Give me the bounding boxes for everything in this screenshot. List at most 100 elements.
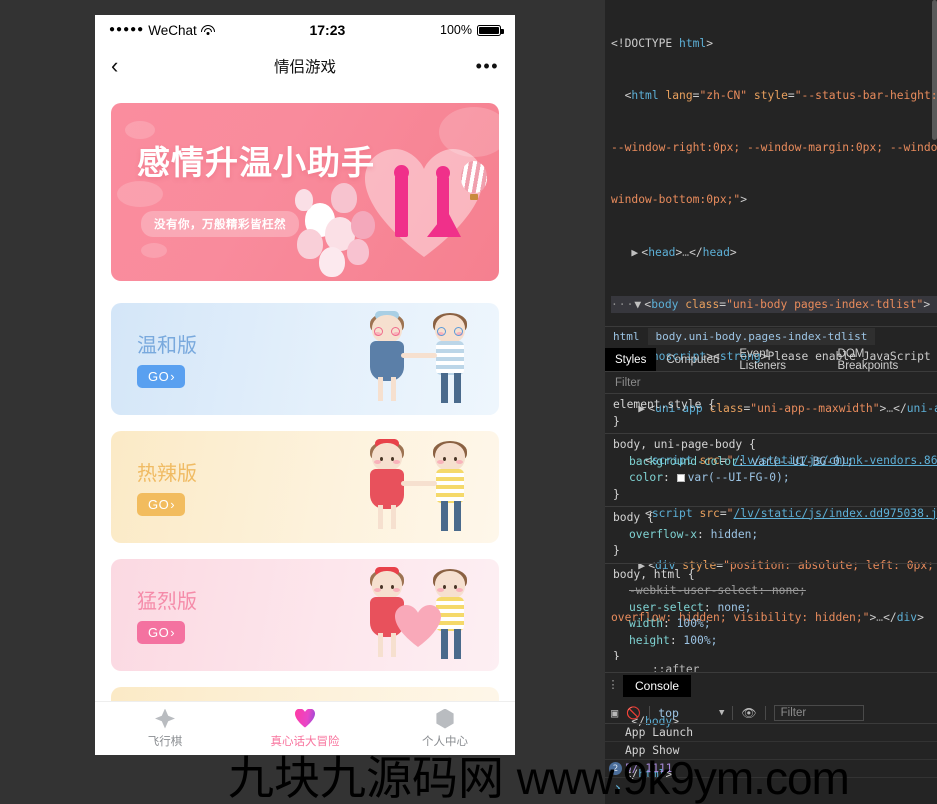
styles-rule-list[interactable]: element.style { } body, uni-page-body { … <box>605 394 937 660</box>
boy-figure-icon <box>427 315 473 411</box>
rule-selector: body { <box>613 511 654 524</box>
wifi-icon <box>201 25 215 36</box>
game-mode-card-hot[interactable]: 热辣版 GO› <box>111 431 499 543</box>
cloud-shape-icon <box>117 181 163 207</box>
hexagon-icon <box>435 709 455 729</box>
more-vertical-icon[interactable]: ⋮ <box>605 679 621 691</box>
css-property[interactable]: user-select <box>613 600 704 617</box>
go-label: GO <box>148 625 169 640</box>
page-scroll-area[interactable]: 感情升温小助手 没有你，万般精彩皆枉然 温和版 GO› <box>95 87 515 755</box>
carrier-label: WeChat <box>148 23 197 38</box>
console-message[interactable]: App Show <box>605 742 937 760</box>
context-label: top <box>658 706 679 720</box>
rule-close: } <box>613 415 620 428</box>
rule-selector: element.style { <box>613 398 715 411</box>
dom-line[interactable]: window-bottom:0px;"> <box>611 191 937 208</box>
css-value[interactable]: hidden; <box>711 528 759 541</box>
css-value[interactable]: 100%; <box>683 634 717 647</box>
chevron-right-icon: › <box>170 497 175 512</box>
console-message[interactable]: App Launch <box>605 724 937 742</box>
status-bar-right: 100% <box>440 23 501 37</box>
console-message-grouped[interactable]: 25/ 1111 <box>605 760 937 778</box>
tab-console[interactable]: Console <box>623 675 691 697</box>
dom-line[interactable]: <html lang="zh-CN" style="--status-bar-h… <box>611 87 937 104</box>
dom-line-selected[interactable]: ···▼<body class="uni-body pages-index-td… <box>611 296 937 313</box>
card-title: 温和版 <box>137 329 197 358</box>
css-property[interactable]: background-color <box>613 454 738 471</box>
bottom-tab-bar: 飞行棋 真心话大冒险 个人中心 <box>95 701 515 755</box>
status-bar-time: 17:23 <box>215 22 440 38</box>
tab-label: 个人中心 <box>422 733 468 749</box>
css-property[interactable]: overflow-x <box>613 527 697 544</box>
go-button[interactable]: GO› <box>137 621 185 644</box>
devtools-panel: <!DOCTYPE html> <html lang="zh-CN" style… <box>605 0 937 804</box>
css-value[interactable]: 100%; <box>677 617 711 630</box>
banner-subtitle: 没有你，万般精彩皆枉然 <box>141 211 299 237</box>
rule-close: } <box>613 650 620 660</box>
css-value[interactable]: none; <box>772 584 806 597</box>
status-bar: ●●●●● WeChat 17:23 100% <box>95 15 515 45</box>
css-property[interactable]: -webkit-user-select <box>613 583 758 600</box>
css-value[interactable]: var(--UI-BG-0); <box>751 455 853 468</box>
tab-item-flight-chess[interactable]: 飞行棋 <box>95 709 235 749</box>
diamond-icon <box>155 709 175 729</box>
battery-icon <box>477 25 501 36</box>
couple-silhouette-icon <box>391 165 453 243</box>
css-value[interactable]: var(--UI-FG-0); <box>688 471 790 484</box>
css-property[interactable]: height <box>613 633 670 650</box>
card-title: 热辣版 <box>137 457 197 486</box>
chevron-down-icon: ▼ <box>719 708 724 718</box>
go-button[interactable]: GO› <box>137 493 185 516</box>
cloud-shape-icon <box>439 107 499 157</box>
battery-percent-label: 100% <box>440 23 472 37</box>
dom-line[interactable]: <!DOCTYPE html> <box>611 35 937 52</box>
color-swatch-icon[interactable] <box>677 474 685 482</box>
css-property[interactable]: width <box>613 616 663 633</box>
console-context-selector[interactable]: top ▼ <box>658 706 724 720</box>
signal-dots-icon: ●●●●● <box>109 25 144 35</box>
tab-item-profile[interactable]: 个人中心 <box>375 709 515 749</box>
console-filter-input[interactable]: Filter <box>774 705 864 721</box>
back-button[interactable]: ‹ <box>111 55 118 77</box>
tab-item-truth-or-dare[interactable]: 真心话大冒险 <box>235 709 375 749</box>
live-expression-icon[interactable]: 👁 <box>741 706 756 720</box>
banner-wrapper: 感情升温小助手 没有你，万般精彩皆枉然 <box>95 87 515 281</box>
console-message-list[interactable]: App Launch App Show 25/ 1111 › <box>605 724 937 796</box>
couple-illustration <box>363 311 473 411</box>
chevron-right-icon: › <box>170 625 175 640</box>
console-message-text: App Show <box>625 744 679 757</box>
clear-console-icon[interactable]: 🚫 <box>626 706 641 720</box>
couple-illustration <box>363 439 473 539</box>
style-rule[interactable]: body { overflow-x: hidden; } <box>605 507 937 564</box>
run-script-icon[interactable]: ▣ <box>611 706 618 720</box>
rule-selector: body, uni-page-body { <box>613 438 756 451</box>
breadcrumb-item-html[interactable]: html <box>605 328 648 345</box>
tab-label: 真心话大冒险 <box>271 733 340 749</box>
devtools-scrollbar[interactable] <box>932 0 937 140</box>
devtools-sidebar-tabs: Styles Computed Event Listeners DOM Brea… <box>605 348 937 372</box>
dom-line[interactable]: ▶<head>…</head> <box>611 244 937 261</box>
tab-styles[interactable]: Styles <box>605 348 656 371</box>
style-rule[interactable]: element.style { } <box>605 394 937 434</box>
console-drawer-tabbar: ⋮ Console <box>605 672 937 698</box>
promo-banner[interactable]: 感情升温小助手 没有你，万般精彩皆枉然 <box>111 103 499 281</box>
css-value[interactable]: none; <box>717 601 751 614</box>
game-mode-card-mild[interactable]: 温和版 GO› <box>111 303 499 415</box>
go-button[interactable]: GO› <box>137 365 185 388</box>
css-property[interactable]: color <box>613 470 663 487</box>
card-title: 猛烈版 <box>137 585 197 614</box>
console-prompt[interactable]: › <box>605 778 937 796</box>
breadcrumb-item-body[interactable]: body.uni-body.pages-index-tdlist <box>648 328 876 345</box>
go-label: GO <box>148 497 169 512</box>
tab-computed[interactable]: Computed <box>656 348 729 371</box>
style-rule[interactable]: body, html { -webkit-user-select: none; … <box>605 564 937 661</box>
tab-event-listeners[interactable]: Event Listeners <box>729 348 827 371</box>
more-options-icon[interactable]: ••• <box>476 57 499 75</box>
rule-selector: body, html { <box>613 568 695 581</box>
style-rule[interactable]: body, uni-page-body { background-color: … <box>605 434 937 507</box>
balloons-icon <box>295 173 391 277</box>
game-mode-card-wild[interactable]: 猛烈版 GO› <box>111 559 499 671</box>
tab-dom-breakpoints[interactable]: DOM Breakpoints <box>828 348 937 371</box>
styles-filter-input[interactable]: Filter <box>605 372 937 394</box>
dom-line[interactable]: --window-right:0px; --window-margin:0px;… <box>611 139 937 156</box>
